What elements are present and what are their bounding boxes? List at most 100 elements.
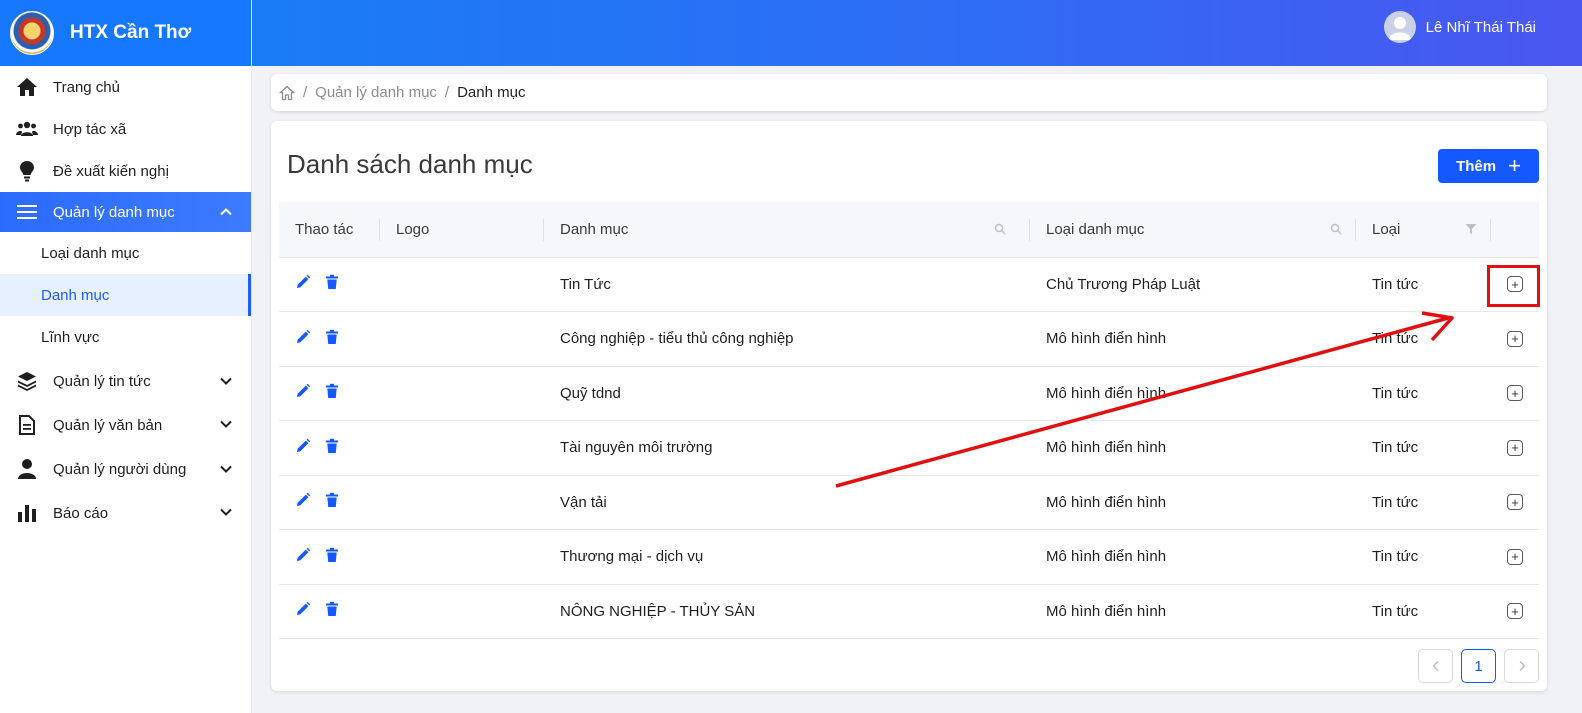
page-title: Danh sách danh mục — [287, 149, 533, 179]
row-danh-muc: Vận tải — [544, 475, 1030, 530]
sidebar-item-bao-cao[interactable]: Báo cáo — [0, 492, 251, 534]
table-row: NÔNG NGHIỆP - THỦY SẢN Mô hình điển hình T… — [279, 584, 1539, 639]
search-icon[interactable] — [994, 223, 1006, 235]
chevron-left-icon — [1431, 660, 1439, 672]
delete-icon[interactable] — [324, 329, 341, 346]
category-table: Thao tác Logo Danh mục Loại danh mục Loạ… — [279, 202, 1539, 639]
column-header-expand — [1491, 202, 1539, 258]
edit-icon[interactable] — [295, 547, 312, 564]
row-actions — [279, 366, 380, 421]
row-danh-muc: Công nghiệp - tiểu thủ công nghiệp — [544, 311, 1030, 367]
delete-icon[interactable] — [324, 438, 341, 455]
expand-row-icon[interactable]: + — [1507, 548, 1523, 565]
row-logo — [380, 529, 544, 585]
sidebar-item-hop-tac-xa[interactable]: Hợp tác xã — [0, 108, 251, 150]
edit-icon[interactable] — [295, 492, 312, 509]
sidebar-subitem-loai-danh-muc[interactable]: Loại danh mục — [0, 232, 251, 274]
plus-icon: + — [1508, 153, 1521, 178]
edit-icon[interactable] — [295, 601, 312, 618]
filter-icon[interactable] — [1465, 223, 1477, 235]
expand-row-icon[interactable]: + — [1507, 385, 1523, 402]
column-header-actions: Thao tác — [279, 202, 380, 258]
avatar — [1383, 11, 1416, 43]
row-actions — [279, 529, 380, 585]
row-logo — [380, 257, 544, 312]
sidebar-item-quan-ly-van-ban[interactable]: Quản lý văn bản — [0, 404, 251, 446]
bar-chart-icon — [16, 502, 38, 524]
breadcrumb: / Quản lý danh mục / Danh mục — [271, 74, 1547, 111]
row-loai-danh-muc: Mô hình điển hình — [1030, 420, 1356, 476]
table-row: Tài nguyên môi trường Mô hình điển hình Ti… — [279, 420, 1539, 476]
row-loai-danh-muc: Mô hình điển hình — [1030, 475, 1356, 530]
sidebar-item-label: Quản lý tin tức — [53, 372, 151, 390]
row-loai: Tin tức — [1356, 475, 1491, 530]
brand-name: HTX Cần Thơ — [70, 22, 192, 43]
row-danh-muc: Quỹ tdnd — [544, 366, 1030, 421]
sidebar-item-quan-ly-nguoi-dung[interactable]: Quản lý người dùng — [0, 446, 251, 492]
row-loai: Tin tức — [1356, 584, 1491, 639]
row-actions — [279, 311, 380, 367]
delete-icon[interactable] — [324, 383, 341, 400]
users-icon — [16, 118, 38, 140]
sidebar-item-label: Báo cáo — [53, 504, 109, 522]
sidebar-item-trang-chu[interactable]: Trang chủ — [0, 66, 251, 108]
breadcrumb-item[interactable]: Quản lý danh mục — [315, 84, 437, 101]
page-number-button[interactable]: 1 — [1461, 649, 1496, 683]
row-loai-danh-muc: Mô hình điển hình — [1030, 584, 1356, 639]
row-loai-danh-muc: Mô hình điển hình — [1030, 311, 1356, 367]
prev-page-button[interactable] — [1418, 649, 1453, 683]
row-loai: Tin tức — [1356, 311, 1491, 367]
add-button[interactable]: Thêm + — [1438, 149, 1539, 183]
sidebar-item-label: Hợp tác xã — [53, 120, 127, 138]
search-icon[interactable] — [1330, 223, 1342, 235]
chevron-down-icon — [220, 508, 232, 516]
delete-icon[interactable] — [324, 547, 341, 564]
table-row: Vận tải Mô hình điển hình Tin tức + — [279, 475, 1539, 530]
row-expand: + — [1491, 529, 1539, 585]
sidebar-menu: Trang chủ Hợp tác xã Đề xuất kiến nghị Q… — [0, 66, 251, 534]
sidebar: HTX Cần Thơ Trang chủ Hợp tác xã Đề xuất… — [0, 0, 252, 713]
document-icon — [16, 414, 38, 436]
row-danh-muc: Tài nguyên môi trường — [544, 420, 1030, 476]
row-expand: + — [1491, 475, 1539, 530]
edit-icon[interactable] — [295, 274, 312, 291]
edit-icon[interactable] — [295, 329, 312, 346]
row-loai-danh-muc: Chủ Trương Pháp Luật — [1030, 257, 1356, 312]
chevron-up-icon — [220, 208, 232, 216]
row-expand: + — [1491, 584, 1539, 639]
edit-icon[interactable] — [295, 383, 312, 400]
sidebar-item-label: Trang chủ — [53, 78, 120, 96]
sidebar-subitem-danh-muc[interactable]: Danh mục — [0, 274, 251, 316]
add-button-label: Thêm — [1456, 157, 1497, 175]
sidebar-item-de-xuat-kien-nghi[interactable]: Đề xuất kiến nghị — [0, 150, 251, 192]
home-icon — [16, 76, 38, 98]
row-logo — [380, 311, 544, 367]
row-expand: + — [1491, 311, 1539, 367]
expand-row-icon[interactable]: + — [1507, 494, 1523, 511]
row-actions — [279, 257, 380, 312]
table-row: Tin Tức Chủ Trương Pháp Luật Tin tức + — [279, 257, 1539, 312]
row-actions — [279, 420, 380, 476]
user-menu[interactable]: Lê Nhĩ Thái Thái — [1383, 11, 1536, 43]
user-icon — [16, 458, 38, 480]
sidebar-subitem-linh-vuc[interactable]: Lĩnh vực — [0, 316, 251, 358]
delete-icon[interactable] — [324, 601, 341, 618]
breadcrumb-separator: / — [444, 84, 450, 101]
expand-row-icon[interactable]: + — [1507, 330, 1523, 347]
user-avatar-icon — [1388, 17, 1411, 40]
expand-row-icon[interactable]: + — [1507, 439, 1523, 456]
edit-icon[interactable] — [295, 438, 312, 455]
brand[interactable]: HTX Cần Thơ — [0, 0, 251, 66]
chevron-down-icon — [220, 377, 232, 385]
next-page-button[interactable] — [1504, 649, 1539, 683]
sidebar-item-quan-ly-tin-tuc[interactable]: Quản lý tin tức — [0, 358, 251, 404]
table-row: Quỹ tdnd Mô hình điển hình Tin tức + — [279, 366, 1539, 421]
delete-icon[interactable] — [324, 274, 341, 291]
table-row: Công nghiệp - tiểu thủ công nghiệp Mô hìn… — [279, 311, 1539, 367]
home-icon[interactable] — [279, 85, 295, 101]
delete-icon[interactable] — [324, 492, 341, 509]
content-card: Danh sách danh mục Thêm + Thao tác Logo … — [271, 121, 1547, 691]
expand-row-icon[interactable]: + — [1507, 603, 1523, 620]
sidebar-item-quan-ly-danh-muc[interactable]: Quản lý danh mục — [0, 192, 251, 232]
row-loai-danh-muc: Mô hình điển hình — [1030, 529, 1356, 585]
